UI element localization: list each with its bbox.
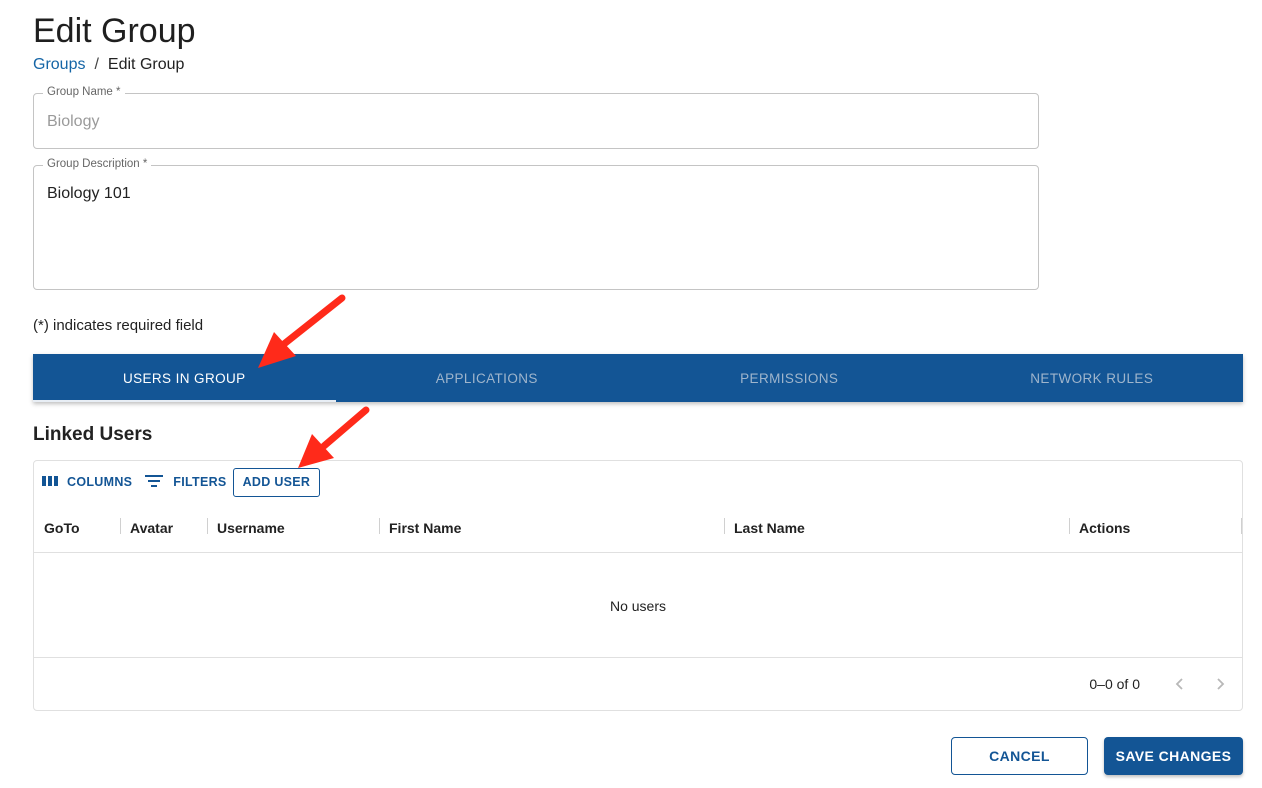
column-header-avatar[interactable]: Avatar	[130, 503, 173, 553]
required-field-note: (*) indicates required field	[33, 317, 204, 334]
tab-applications[interactable]: APPLICATIONS	[336, 354, 639, 402]
column-separator[interactable]	[1069, 518, 1070, 534]
breadcrumb-current: Edit Group	[107, 56, 185, 73]
group-description-field[interactable]: Group Description * Biology 101	[33, 158, 1039, 290]
add-user-button[interactable]: ADD USER	[232, 467, 321, 497]
column-header-goto[interactable]: GoTo	[44, 503, 80, 553]
tab-users-in-group[interactable]: USERS IN GROUP	[33, 354, 336, 402]
breadcrumb: Groups / Edit Group	[33, 56, 184, 74]
linked-users-grid: COLUMNS FILTERS ADD USER GoTo Avatar Use…	[33, 460, 1243, 711]
save-changes-button[interactable]: SAVE CHANGES	[1104, 737, 1243, 775]
column-header-first-name[interactable]: First Name	[389, 503, 461, 553]
group-name-value: Biology	[47, 113, 100, 130]
column-separator[interactable]	[724, 518, 725, 534]
grid-header-row: GoTo Avatar Username First Name Last Nam…	[34, 503, 1242, 553]
next-page-button[interactable]	[1210, 674, 1230, 694]
tab-bar: USERS IN GROUP APPLICATIONS PERMISSIONS …	[33, 354, 1243, 402]
tab-network-rules[interactable]: NETWORK RULES	[941, 354, 1244, 402]
columns-button[interactable]: COLUMNS	[42, 475, 132, 490]
filter-icon	[144, 474, 164, 491]
group-name-field[interactable]: Group Name * Biology	[33, 86, 1039, 149]
empty-state-message: No users	[609, 597, 667, 614]
cancel-button[interactable]: CANCEL	[951, 737, 1088, 775]
breadcrumb-groups-link[interactable]: Groups	[33, 56, 85, 74]
group-description-value: Biology 101	[47, 185, 131, 202]
chevron-left-icon	[1175, 678, 1183, 690]
tab-permissions[interactable]: PERMISSIONS	[638, 354, 941, 402]
linked-users-title: Linked Users	[33, 424, 153, 445]
column-header-username[interactable]: Username	[217, 503, 285, 553]
previous-page-button[interactable]	[1170, 674, 1190, 694]
breadcrumb-separator: /	[94, 56, 99, 73]
filters-label: FILTERS	[173, 475, 227, 489]
filters-button[interactable]: FILTERS	[144, 474, 226, 491]
column-header-actions[interactable]: Actions	[1079, 503, 1130, 553]
grid-footer: 0–0 of 0	[34, 657, 1242, 710]
group-description-label: Group Description *	[43, 158, 152, 170]
column-separator[interactable]	[379, 518, 380, 534]
grid-toolbar: COLUMNS FILTERS ADD USER	[42, 467, 321, 497]
page-title: Edit Group	[33, 12, 196, 50]
columns-label: COLUMNS	[67, 475, 133, 489]
pagination-text: 0–0 of 0	[1089, 676, 1140, 692]
chevron-right-icon	[1217, 678, 1225, 690]
column-separator[interactable]	[207, 518, 208, 534]
column-header-last-name[interactable]: Last Name	[734, 503, 805, 553]
column-separator[interactable]	[1241, 518, 1242, 534]
column-separator[interactable]	[120, 518, 121, 534]
group-name-label: Group Name *	[43, 86, 125, 98]
columns-icon	[42, 475, 58, 490]
